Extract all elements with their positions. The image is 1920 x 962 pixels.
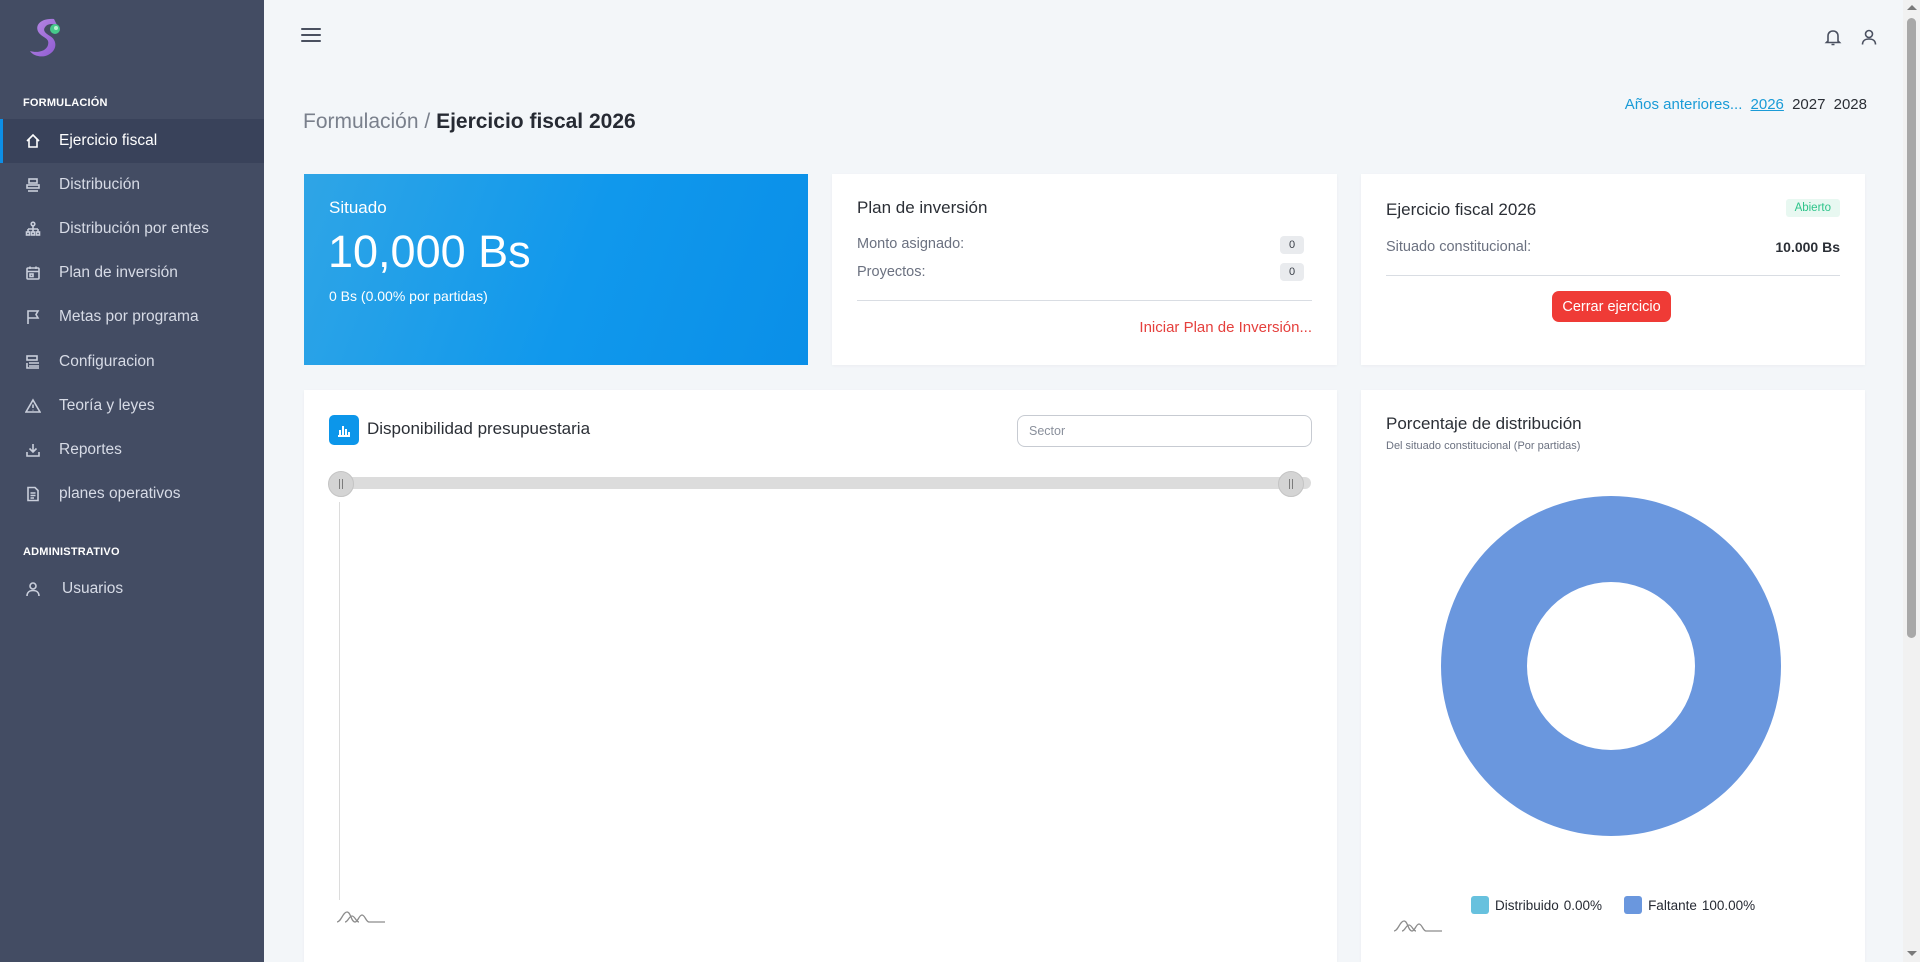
legend-swatch [1471,896,1489,914]
scroll-up-arrow[interactable] [1907,5,1917,10]
settings-list-icon [24,353,42,371]
flag-icon [24,308,42,326]
legend-item-distribuido[interactable]: Distribuido 0.00% [1471,896,1602,914]
sitemap-icon [24,220,42,238]
situado-amount: 10,000 Bs [328,226,531,277]
disponibilidad-card: Disponibilidad presupuestaria [304,390,1337,962]
legend-label: Faltante [1648,897,1697,913]
sidebar-item-configuracion[interactable]: Configuracion [0,340,264,384]
proyectos-value: 0 [1280,263,1304,281]
proyectos-label: Proyectos: [857,264,926,280]
range-slider-track[interactable] [329,477,1311,489]
sidebar-item-distribucion-por-entes[interactable]: Distribución por entes [0,207,264,251]
chart-axis-line [339,502,340,900]
legend-item-faltante[interactable]: Faltante 100.00% [1624,896,1755,914]
page-title: Ejercicio fiscal 2026 [436,110,636,133]
sidebar-section-formulacion: FORMULACIÓN [23,97,108,109]
situado-card: Situado 10,000 Bs 0 Bs (0.00% por partid… [304,174,808,365]
disponibilidad-title: Disponibilidad presupuestaria [367,419,591,438]
sidebar-item-metas-por-programa[interactable]: Metas por programa [0,295,264,339]
sidebar-item-label: Distribución [59,176,140,193]
sidebar-item-label: Ejercicio fiscal [59,132,158,149]
chart-watermark-icon [1392,913,1444,935]
previous-years-link[interactable]: Años anteriores... [1625,96,1743,113]
sidebar-item-teoria-y-leyes[interactable]: Teoría y leyes [0,384,264,428]
scroll-thumb[interactable] [1907,18,1916,638]
divider [857,300,1312,301]
sidebar-item-label: planes operativos [59,485,181,502]
monto-asignado-label: Monto asignado: [857,236,965,252]
fiscal-card-title: Ejercicio fiscal 2026 [1386,200,1537,219]
user-icon [24,580,42,598]
chart-legend: Distribuido 0.00% Faltante 100.00% [1471,896,1777,914]
divider [1386,275,1840,276]
legend-swatch [1624,896,1643,914]
legend-value: 100.00% [1701,897,1756,913]
sidebar-item-label: Teoría y leyes [59,397,155,414]
status-badge: Abierto [1785,199,1840,217]
sidebar-item-usuarios[interactable]: Usuarios [0,567,264,611]
legend-label: Distribuido [1495,897,1559,913]
sidebar-item-label: Plan de inversión [59,264,178,281]
situado-sub: 0 Bs (0.00% por partidas) [329,288,488,304]
year-2027-link[interactable]: 2027 [1792,96,1825,113]
hamburger-icon[interactable] [301,28,321,44]
iniciar-plan-link[interactable]: Iniciar Plan de Inversión... [1139,319,1312,336]
donut-slice-faltante[interactable] [1441,496,1781,836]
sidebar: FORMULACIÓN Ejercicio fiscal Distribució… [0,0,264,962]
donut-chart [1441,496,1781,836]
bar-chart-icon [329,415,359,445]
sidebar-item-plan-de-inversion[interactable]: Plan de inversión [0,251,264,295]
situado-label: Situado [329,198,387,217]
home-icon [24,132,42,150]
sidebar-item-label: Metas por programa [59,308,199,325]
distribucion-card: Porcentaje de distribución Del situado c… [1361,390,1865,962]
bell-icon[interactable] [1823,27,1843,47]
monto-asignado-value: 0 [1280,236,1304,254]
stack-icon [24,176,42,194]
download-icon [24,441,42,459]
plan-card-title: Plan de inversión [857,198,988,217]
sidebar-section-administrativo: ADMINISTRATIVO [23,546,120,558]
chart-watermark-icon [335,904,387,926]
breadcrumb-parent[interactable]: Formulación [303,110,419,133]
year-2028-link[interactable]: 2028 [1834,96,1867,113]
year-selector: Años anteriores... 2026 2027 2028 [1625,96,1867,113]
plan-inversion-card: Plan de inversión Monto asignado: 0 Proy… [832,174,1337,365]
legend-value: 0.00% [1563,897,1603,913]
sidebar-item-planes-operativos[interactable]: planes operativos [0,472,264,516]
sidebar-item-reportes[interactable]: Reportes [0,428,264,472]
app-logo[interactable] [26,16,64,58]
range-slider-right-handle[interactable] [1278,471,1304,497]
ejercicio-fiscal-card: Ejercicio fiscal 2026 Abierto Situado co… [1361,174,1865,365]
breadcrumb-separator: / [418,110,437,133]
sidebar-item-ejercicio-fiscal[interactable]: Ejercicio fiscal [0,119,264,163]
sidebar-item-label: Reportes [59,441,122,458]
sidebar-item-label: Distribución por entes [59,220,209,237]
situado-constitucional-label: Situado constitucional: [1386,239,1532,255]
breadcrumb: Formulación / Ejercicio fiscal 2026 [303,110,636,134]
calendar-icon [24,264,42,282]
sidebar-item-distribucion[interactable]: Distribución [0,163,264,207]
scroll-down-arrow[interactable] [1907,951,1917,956]
page-scrollbar[interactable] [1903,0,1920,962]
situado-constitucional-value: 10.000 Bs [1775,239,1840,255]
sidebar-item-label: Configuracion [59,353,155,370]
range-slider-left-handle[interactable] [328,471,354,497]
sector-input[interactable] [1017,415,1312,447]
warning-icon [24,397,42,415]
document-icon [24,485,42,503]
year-2026-link[interactable]: 2026 [1751,96,1784,113]
sidebar-item-label: Usuarios [62,580,124,597]
user-icon[interactable] [1859,27,1879,47]
cerrar-ejercicio-button[interactable]: Cerrar ejercicio [1552,291,1671,322]
